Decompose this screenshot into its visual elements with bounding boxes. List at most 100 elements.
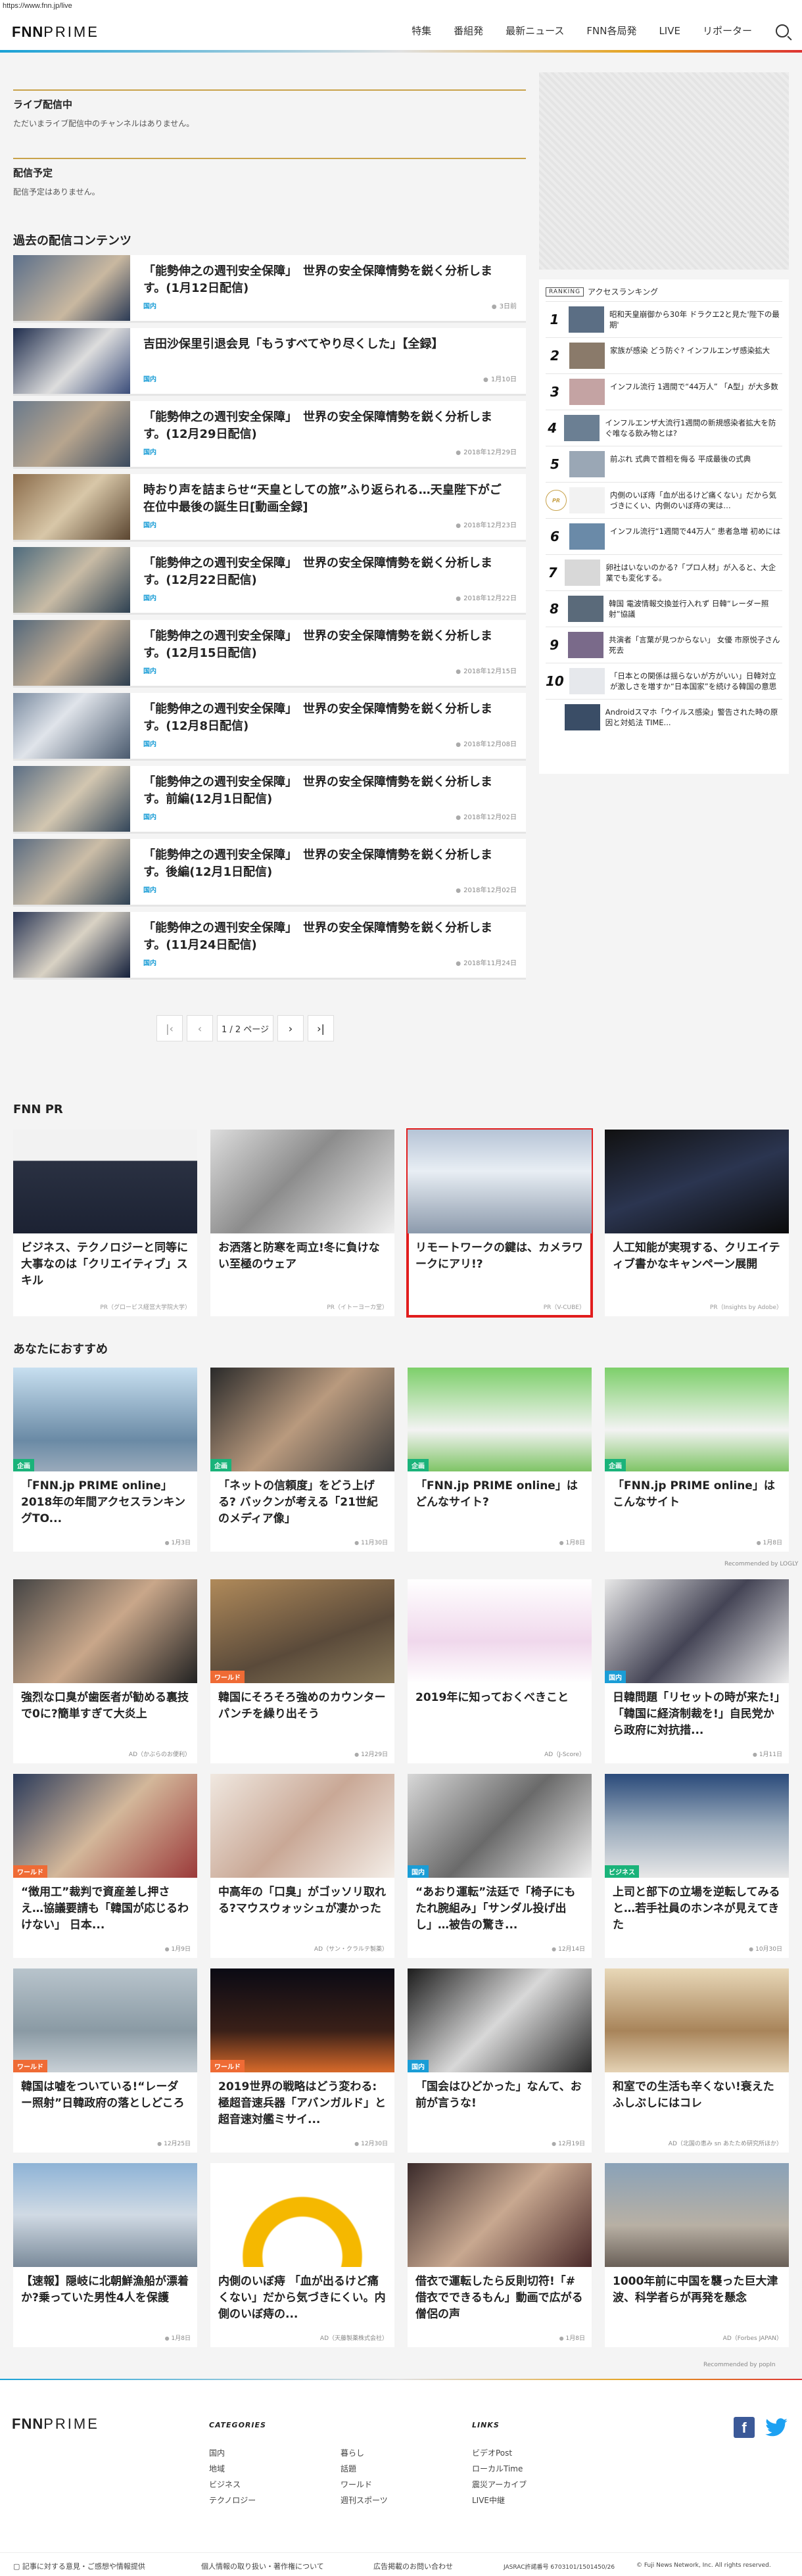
- ranking-item[interactable]: 4 インフルエンザ大流行1週間の新規感染者拡大を防ぐ唯なる飲み物とは?: [546, 410, 782, 446]
- ranking-thumbnail[interactable]: [569, 668, 605, 694]
- recommend-card-title[interactable]: 2019世界の戦略はどう変わる:極超音速兵器「アバンガルド」と超音速対艦ミサイ.…: [210, 2072, 394, 2132]
- archive-thumbnail[interactable]: [13, 328, 130, 394]
- recommend-card-title[interactable]: 借衣で運転したら反則切符!「#借衣でできるもん」動画で広がる僧侶の声: [408, 2267, 592, 2326]
- nav-reporter[interactable]: リポーター: [703, 24, 752, 37]
- archive-thumbnail[interactable]: [13, 693, 130, 759]
- recommend-card-image[interactable]: ビジネス: [605, 1774, 789, 1878]
- footer-link-world[interactable]: ワールド: [341, 2479, 372, 2490]
- pr-card-title[interactable]: お洒落と防寒を両立!冬に負けない至極のウェア: [210, 1233, 394, 1293]
- ranking-thumbnail[interactable]: [565, 560, 601, 586]
- recommend-card-title[interactable]: 日韓問題「リセットの時が来た!」「韓国に経済制裁を!」自民党から政府に対抗措..…: [605, 1683, 789, 1742]
- recommend-card-image[interactable]: [605, 1968, 789, 2072]
- recommend-card-title[interactable]: 「FNN.jp PRIME online」2018年の年間アクセスランキングTO…: [13, 1471, 197, 1531]
- recommend-card-image[interactable]: ワールド: [13, 1968, 197, 2072]
- archive-title[interactable]: 時おり声を詰まらせ“天皇としての旅”ふり返られる…天皇陛下がご在位中最後の誕生日…: [143, 482, 511, 516]
- recommend-card-image[interactable]: 国内: [408, 1968, 592, 2072]
- archive-thumbnail[interactable]: [13, 912, 130, 978]
- ranking-thumbnail[interactable]: [569, 451, 605, 477]
- next-page-button[interactable]: ›: [277, 1015, 304, 1041]
- archive-item[interactable]: 「能勢伸之の週刊安全保障」 世界の安全保障情勢を鋭く分析します。後編(12月1日…: [13, 839, 526, 907]
- footer-link-local-time[interactable]: ローカルTime: [472, 2463, 523, 2474]
- nav-live[interactable]: LIVE: [659, 25, 680, 37]
- footer-link-disaster-archive[interactable]: 震災アーカイブ: [472, 2479, 527, 2490]
- recommend-card[interactable]: 企画「FNN.jp PRIME online」はどんなサイト? 1月8日: [408, 1368, 592, 1552]
- recommend-card-title[interactable]: 強烈な口臭が歯医者が勧める裏技で0に?簡単すぎて大炎上: [13, 1683, 197, 1742]
- pr-card-title[interactable]: ビジネス、テクノロジーと同等に大事なのは「クリエイティブ」スキル: [13, 1233, 197, 1293]
- ranking-thumbnail[interactable]: [569, 379, 605, 405]
- ranking-title-text[interactable]: 「日本との関係は揺らないが方がいい」日韓対立が激しさを増すか“日本国家”を続ける…: [610, 671, 782, 692]
- recommend-card-image[interactable]: 企画: [605, 1368, 789, 1471]
- pr-card-title[interactable]: 人工知能が実現する、クリエイティブ書かなキャンペーン展開: [605, 1233, 789, 1293]
- ranking-title-text[interactable]: インフル流行“1週間で44万人” 患者急増 初めには: [610, 526, 780, 547]
- site-logo[interactable]: FNNPRIME: [12, 24, 99, 41]
- recommend-card[interactable]: 企画「FNN.jp PRIME online」はこんなサイト 1月8日: [605, 1368, 789, 1552]
- recommend-card-title[interactable]: 「国会はひどかった」なんて、お前が言うな!: [408, 2072, 592, 2132]
- footer-logo[interactable]: FNNPRIME: [12, 2416, 99, 2433]
- archive-item[interactable]: 「能勢伸之の週刊安全保障」 世界の安全保障情勢を鋭く分析します。(1月12日配信…: [13, 255, 526, 323]
- ranking-title-text[interactable]: 内側のいぼ痔「血が出るけど痛くない」だから気づきにくい、内側のいぼ痔の実は…: [610, 490, 782, 511]
- ranking-item[interactable]: 1 昭和天皇崩御から30年 ドラクエ2と見た'陛下の最期': [546, 301, 782, 337]
- recommend-card-title[interactable]: 「FNN.jp PRIME online」はどんなサイト?: [408, 1471, 592, 1531]
- nav-fnn-stations[interactable]: FNN各局発: [586, 24, 636, 37]
- twitter-icon[interactable]: [765, 2418, 788, 2437]
- recommend-card-image[interactable]: 国内: [605, 1579, 789, 1683]
- footer-link-business[interactable]: ビジネス: [209, 2479, 241, 2490]
- popin-credit[interactable]: Recommended by popIn: [703, 2362, 776, 2368]
- nav-program[interactable]: 番組発: [454, 24, 483, 37]
- footer-link-topics[interactable]: 話題: [341, 2463, 356, 2474]
- ranking-title-text[interactable]: インフルエンザ大流行1週間の新規感染者拡大を防ぐ唯なる飲み物とは?: [605, 417, 782, 439]
- recommend-card[interactable]: 企画 「FNN.jp PRIME online」2018年の年間アクセスランキング…: [13, 1368, 197, 1552]
- recommend-card-image[interactable]: [408, 1579, 592, 1683]
- ranking-thumbnail[interactable]: [569, 343, 605, 369]
- archive-item[interactable]: 「能勢伸之の週刊安全保障」 世界の安全保障情勢を鋭く分析します。(12月15日配…: [13, 620, 526, 688]
- footer-privacy-link[interactable]: 個人情報の取り扱い・著作権について: [201, 2561, 324, 2571]
- recommend-card-title[interactable]: 「FNN.jp PRIME online」はこんなサイト: [605, 1471, 789, 1531]
- recommend-card-title[interactable]: 韓国は嘘をついている!“レーダー照射”日韓政府の落としどころ: [13, 2072, 197, 2132]
- recommend-card[interactable]: ワールド “徴用工”裁判で資産差し押さえ…協議要請も「韓国が応じるわけない」 日本…: [13, 1774, 197, 1958]
- archive-thumbnail[interactable]: [13, 547, 130, 613]
- recommend-card-title[interactable]: 2019年に知っておくべきこと: [408, 1683, 592, 1742]
- footer-ad-link[interactable]: 広告掲載のお問い合わせ: [373, 2561, 453, 2571]
- footer-link-life[interactable]: 暮らし: [341, 2447, 364, 2458]
- ranking-item[interactable]: PR 内側のいぼ痔「血が出るけど痛くない」だから気づきにくい、内側のいぼ痔の実は…: [546, 482, 782, 518]
- ranking-item[interactable]: 3 インフル流行 1週間で“44万人” 「A型」が大多数: [546, 373, 782, 410]
- archive-thumbnail[interactable]: [13, 474, 130, 540]
- recommend-card-image[interactable]: ワールド: [210, 1968, 394, 2072]
- archive-item[interactable]: 「能勢伸之の週刊安全保障」 世界の安全保障情勢を鋭く分析します。(12月8日配信…: [13, 693, 526, 761]
- archive-item[interactable]: 「能勢伸之の週刊安全保障」 世界の安全保障情勢を鋭く分析します。(12月22日配…: [13, 547, 526, 615]
- recommend-card-image[interactable]: 企画: [210, 1368, 394, 1471]
- ranking-title-text[interactable]: インフル流行 1週間で“44万人” 「A型」が大多数: [610, 381, 778, 402]
- pr-card[interactable]: ビジネス、テクノロジーと同等に大事なのは「クリエイティブ」スキル PR（グロービス…: [13, 1130, 197, 1316]
- recommend-card-title[interactable]: 中高年の「口臭」がゴッソリ取れる?マウスウォッシュが凄かった: [210, 1878, 394, 1937]
- ranking-item[interactable]: Androidスマホ「ウイルス感染」警告された時の原因と対処法 TIME...: [546, 699, 782, 735]
- ranking-item[interactable]: 10 「日本との関係は揺らないが方がいい」日韓対立が激しさを増すか“日本国家”を続…: [546, 663, 782, 699]
- archive-thumbnail[interactable]: [13, 401, 130, 467]
- search-icon[interactable]: [776, 24, 789, 37]
- ranking-item[interactable]: 6 インフル流行“1週間で44万人” 患者急増 初めには: [546, 518, 782, 554]
- archive-item[interactable]: 「能勢伸之の週刊安全保障」 世界の安全保障情勢を鋭く分析します。(12月29日配…: [13, 401, 526, 469]
- last-page-button[interactable]: ›|: [308, 1015, 334, 1041]
- recommend-card-image[interactable]: [13, 1579, 197, 1683]
- recommend-card[interactable]: 国内 “あおり運転”法廷で「椅子にもたれ腕組み」「サンダル投げ出し」…被告の驚き.…: [408, 1774, 592, 1958]
- ranking-thumbnail[interactable]: [569, 487, 605, 513]
- ranking-thumbnail[interactable]: [564, 704, 600, 730]
- recommend-card-image[interactable]: 企画: [13, 1368, 197, 1471]
- nav-latest-news[interactable]: 最新ニュース: [506, 24, 564, 37]
- url-bar[interactable]: https://www.fnn.jp/live: [0, 0, 802, 13]
- recommend-card[interactable]: 借衣で運転したら反則切符!「#借衣でできるもん」動画で広がる僧侶の声 1月8日: [408, 2163, 592, 2347]
- recommend-card-image[interactable]: [605, 2163, 789, 2267]
- archive-title[interactable]: 「能勢伸之の週刊安全保障」 世界の安全保障情勢を鋭く分析します。(12月8日配信…: [143, 701, 511, 735]
- ranking-thumbnail[interactable]: [568, 306, 604, 333]
- ranking-item[interactable]: 8 韓国 電波情報交換並行入れず 日韓“レーダー照射”協議: [546, 590, 782, 627]
- pr-card[interactable]: 人工知能が実現する、クリエイティブ書かなキャンペーン展開 PR（Insights …: [605, 1130, 789, 1316]
- recommend-card-title[interactable]: 韓国にそろそろ強めのカウンターパンチを繰り出そう: [210, 1683, 394, 1742]
- recommend-card-title[interactable]: 「ネットの信頼度」をどう上げる? バックンが考える「21世紀のメディア像」: [210, 1471, 394, 1531]
- recommend-card[interactable]: 国内「国会はひどかった」なんて、お前が言うな! 12月19日: [408, 1968, 592, 2153]
- recommend-card[interactable]: 1000年前に中国を襲った巨大津波、科学者らが再発を懸念 AD（Forbes JA…: [605, 2163, 789, 2347]
- footer-link-sports[interactable]: 週刊スポーツ: [341, 2494, 388, 2506]
- ranking-item[interactable]: 5 前ぶれ 式典で首相を侮る 平成最後の式典: [546, 446, 782, 482]
- archive-title[interactable]: 吉田沙保里引退会見「もうすべてやり尽くした」【全録】: [143, 336, 511, 353]
- recommend-card-title[interactable]: “徴用工”裁判で資産差し押さえ…協議要請も「韓国が応じるわけない」 日本...: [13, 1878, 197, 1937]
- recommend-card-title[interactable]: 【速報】隠岐に北朝鮮漁船が漂着か?乗っていた男性4人を保護: [13, 2267, 197, 2326]
- ranking-title-text[interactable]: 昭和天皇崩御から30年 ドラクエ2と見た'陛下の最期': [609, 309, 782, 330]
